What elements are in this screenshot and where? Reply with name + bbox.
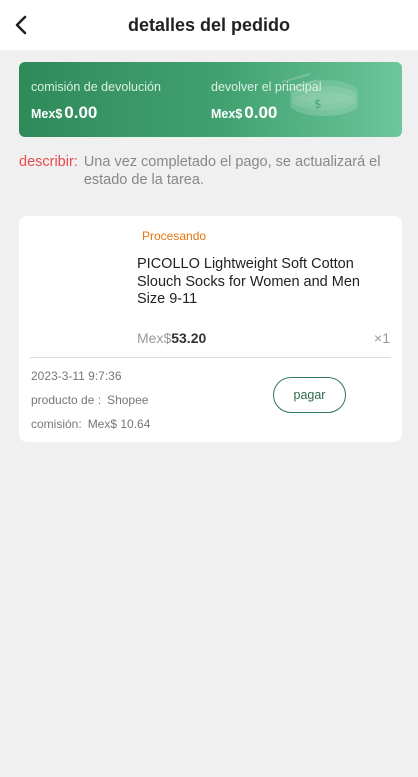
status-badge: Procesando xyxy=(142,229,207,243)
description-note: describir: Una vez completado el pago, s… xyxy=(19,153,404,189)
top-bar: detalles del pedido xyxy=(0,0,418,50)
commission-stat: comisión de devolución Mex$ 0.00 xyxy=(31,80,161,123)
principal-label: devolver el principal xyxy=(211,80,322,94)
earnings-banner: $ comisión de devolución Mex$ 0.00 devolv… xyxy=(19,62,402,137)
order-source: producto de : Shopee xyxy=(31,393,149,407)
chevron-left-icon xyxy=(15,15,27,35)
order-card: Procesando PICOLLO Lightweight Soft Cott… xyxy=(19,216,402,442)
pay-button[interactable]: pagar xyxy=(273,377,346,413)
page-title: detalles del pedido xyxy=(127,14,291,35)
back-button[interactable] xyxy=(8,12,34,38)
product-quantity: ×1 xyxy=(374,330,390,346)
description-text: Una vez completado el pago, se actualiza… xyxy=(83,154,381,188)
divider xyxy=(30,357,391,358)
product-price: Mex$53.20 xyxy=(137,330,207,346)
order-date: 2023-3-11 9:7:36 xyxy=(31,369,122,383)
product-name: PICOLLO Lightweight Soft Cotton Slouch S… xyxy=(137,256,360,307)
principal-amount: Mex$ 0.00 xyxy=(211,103,278,122)
description-label: describir: xyxy=(19,154,78,170)
commission-label: comisión de devolución xyxy=(31,80,161,94)
order-commission: comisión: Mex$ 10.64 xyxy=(31,417,151,431)
commission-amount: Mex$ 0.00 xyxy=(31,103,98,122)
principal-stat: devolver el principal Mex$ 0.00 xyxy=(211,80,321,123)
